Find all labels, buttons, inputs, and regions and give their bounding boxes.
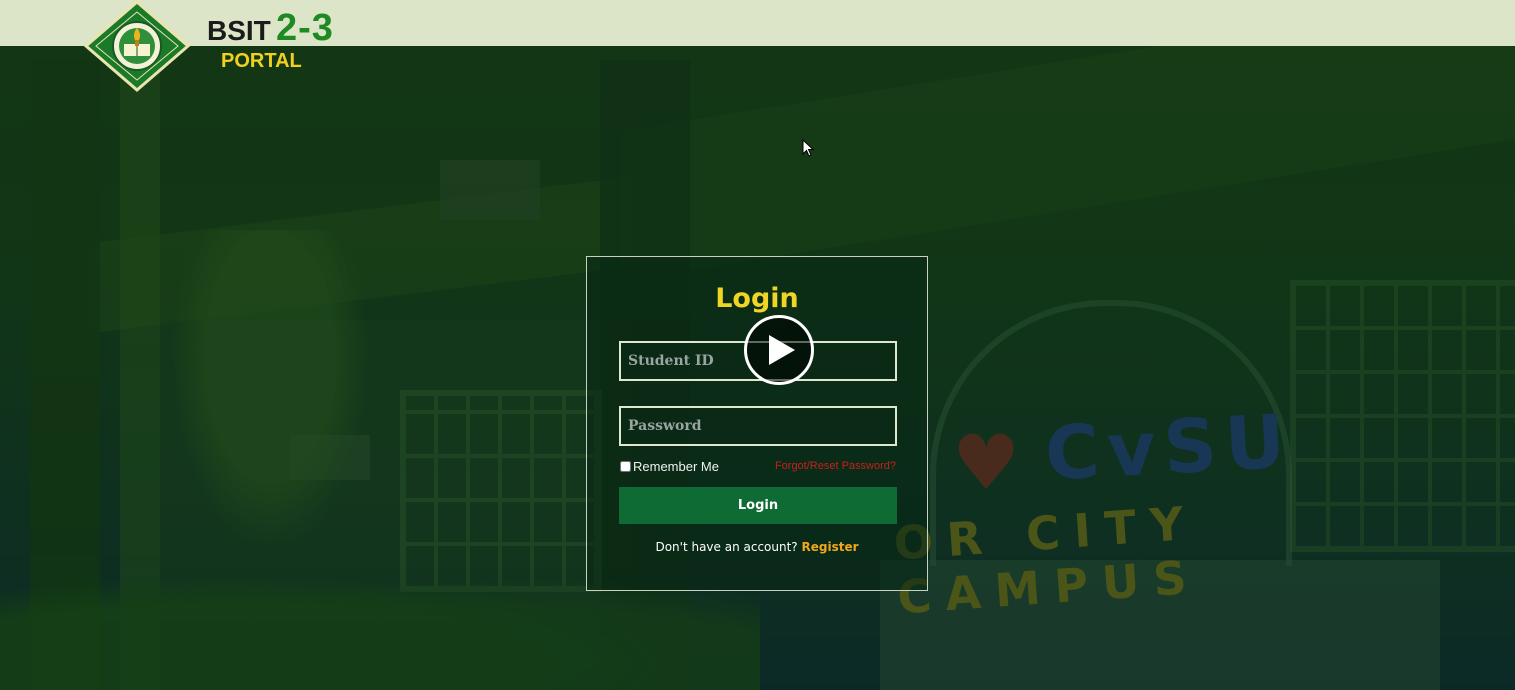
login-card: Login Remember Me Forgot/Reset Password?… <box>586 256 928 591</box>
password-input[interactable] <box>619 406 897 446</box>
play-button[interactable] <box>744 315 814 385</box>
remember-me-checkbox[interactable] <box>620 461 631 472</box>
brand-portal-text: PORTAL <box>221 50 302 72</box>
top-header-bar: BSIT 2-3 <box>0 0 1515 49</box>
mouse-cursor-icon <box>802 139 814 157</box>
register-link[interactable]: Register <box>802 540 859 554</box>
brand-section-number: 2-3 <box>276 7 334 49</box>
login-page: ♥ CvSU OR CITY CAMPUS BSIT 2-3 PORTAL Lo… <box>0 0 1515 690</box>
brand-bsit-text: BSIT <box>207 15 271 46</box>
play-icon <box>769 335 795 365</box>
no-account-text: Don't have an account? <box>655 540 798 554</box>
remember-me-label: Remember Me <box>633 459 719 474</box>
remember-me[interactable]: Remember Me <box>620 459 719 474</box>
login-title: Login <box>715 283 799 314</box>
login-button[interactable]: Login <box>619 487 897 524</box>
university-seal-logo-icon[interactable] <box>82 0 192 92</box>
register-prompt: Don't have an account? Register <box>587 540 927 554</box>
forgot-password-link[interactable]: Forgot/Reset Password? <box>775 460 896 472</box>
